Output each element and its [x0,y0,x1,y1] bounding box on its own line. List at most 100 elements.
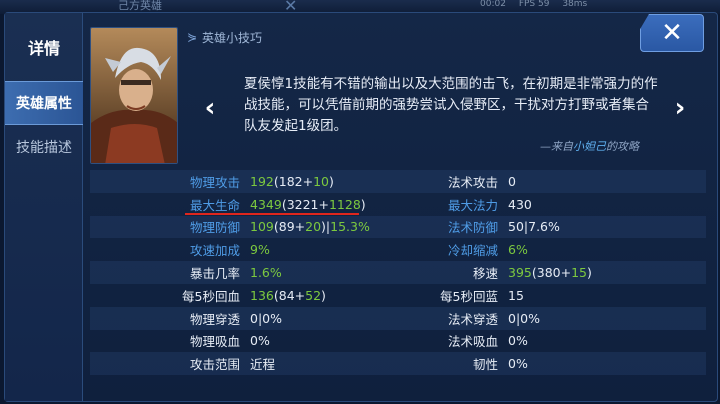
highlight-underline [185,213,359,215]
stat-row: 攻速加成 9% 冷却缩减 6% [90,238,706,261]
chevron-left-icon: ‹ [204,93,216,123]
stat-value: 9% [250,242,270,257]
stat-value: 6% [508,242,528,257]
hero-portrait-image [91,28,177,163]
stat-value-part: 50|7.6% [508,219,560,235]
stat-value-part: 0 [508,173,516,189]
hero-portrait [90,27,178,164]
stat-value: 0% [250,333,270,348]
stat-value-part: 0|0% [508,310,540,326]
sidebar: 详情 英雄属性 技能描述 [5,13,83,401]
stat-value-part: 1.6% [250,265,282,281]
stat-label: 法术攻击 [447,174,498,190]
stat-value-part: ) [321,287,326,303]
status-area: 00:02 FPS 59 38ms [480,0,597,9]
stat-label: 冷却缩减 [447,243,498,259]
stat-value: 0|0% [250,311,282,326]
prev-tip-button[interactable]: ‹ [198,90,222,126]
stat-value: 0% [508,356,528,371]
stat-label: 移速 [472,266,498,282]
stat-value: 50|7.6% [508,219,560,234]
stat-label: 法术穿透 [447,311,498,327]
stat-row: 物理攻击 192(182+10) 法术攻击 0 [90,170,706,193]
stat-value: 0% [508,333,528,348]
tip-header: 英雄小技巧 [202,31,263,45]
stat-label: 法术防御 [447,220,498,236]
stat-value: 395(380+15) [508,265,592,280]
stat-value-part: (84+ [273,287,306,303]
stat-label: 最大法力 [447,197,498,213]
stat-value-part: 0% [508,356,528,372]
fps-readout: FPS 59 [518,0,550,9]
tip-text: 夏侯惇1技能有不错的输出以及大范围的击飞，在初期是非常强力的作战技能，可以凭借前… [244,76,658,134]
stat-value-part: 109 [250,219,274,235]
close-icon: ✕ [661,18,683,48]
stat-value-part: ) [328,173,334,189]
sidebar-title: 详情 [27,39,60,58]
stat-value-part: 10 [313,173,329,189]
stat-value-part: (89+ [273,219,306,235]
stat-value-part: (380+ [531,265,572,281]
stat-value: 192(182+10) [250,174,334,189]
stat-value-part: (182+ [273,173,314,189]
stat-value: 0 [508,174,516,189]
stat-value: 1.6% [250,265,282,280]
stat-label: 每5秒回蓝 [440,288,498,304]
stat-row: 暴击几率 1.6% 移速 395(380+15) [90,261,706,284]
stat-label: 物理吸血 [189,334,240,350]
stat-value-part: 6% [508,242,528,258]
stat-label: 攻击范围 [189,357,240,373]
stat-row: 物理防御 109(89+20)|15.3% 法术防御 50|7.6% [90,215,706,239]
tab-hero-attributes[interactable]: 英雄属性 [5,81,83,125]
tip-source: —来自小妲己的攻略 [540,138,639,154]
stat-label: 攻速加成 [189,243,240,259]
game-time: 00:02 [480,0,506,9]
stat-row: 物理穿透 0|0% 法术穿透 0|0% [90,306,706,330]
tip-source-author[interactable]: 小妲己 [573,140,606,153]
stat-value-part: 0|0% [250,310,282,326]
stats-table: 物理攻击 192(182+10) 法术攻击 0 最大生命 4349(3221+1128) 最… [90,170,706,376]
stat-label: 每5秒回血 [182,288,240,304]
stat-value-part: (3221+ [281,196,329,212]
stat-value: 0|0% [508,311,540,326]
stat-value-part: 0% [508,333,528,349]
stat-value-part: 430 [508,196,532,212]
close-button[interactable]: ✕ [640,14,704,52]
stat-row: 物理吸血 0% 法术吸血 0% [90,330,706,353]
stat-label: 法术吸血 [447,334,498,350]
stat-value-part: )| [321,219,331,235]
next-tip-button[interactable]: › [668,90,692,126]
stat-value-part: ) [586,265,592,281]
stat-label: 物理穿透 [189,311,240,327]
tip-icon: ⋟ [187,30,198,44]
stat-label: 韧性 [472,357,498,373]
stat-value-part: 9% [250,242,270,258]
stat-label: 最大生命 [189,197,240,213]
tab-label: 英雄属性 [16,96,72,112]
stat-value-part: 近程 [250,357,276,373]
stat-row: 攻击范围 近程 韧性 0% [90,352,706,376]
ping-readout: 38ms [562,0,588,9]
stat-value-part: 15 [571,265,587,281]
stat-value-part: 0% [250,333,270,349]
stat-label: 物理防御 [189,220,240,236]
stat-value-part: 395 [508,265,532,281]
tip-source-prefix: —来自 [540,140,573,153]
stat-value: 430 [508,197,532,212]
tab-skill-description[interactable]: 技能描述 [5,125,83,169]
stat-value: 15 [508,288,524,303]
stat-label: 暴击几率 [189,266,240,282]
stat-value-part: 15 [508,287,524,303]
chevron-right-icon: › [674,93,686,123]
stat-value-part: 4349 [250,196,282,212]
stat-row: 每5秒回血 136(84+52) 每5秒回蓝 15 [90,284,706,307]
stat-value-part: 20 [305,219,322,235]
stat-label: 物理攻击 [189,174,240,190]
stat-value: 近程 [250,354,275,373]
stat-row: 最大生命 4349(3221+1128) 最大法力 430 [90,193,706,216]
stat-value-part: 136 [250,287,274,303]
tip-source-suffix: 的攻略 [606,140,639,153]
stat-value: 136(84+52) [250,288,326,303]
tab-label: 技能描述 [16,140,72,156]
stat-value-part: 52 [305,287,322,303]
